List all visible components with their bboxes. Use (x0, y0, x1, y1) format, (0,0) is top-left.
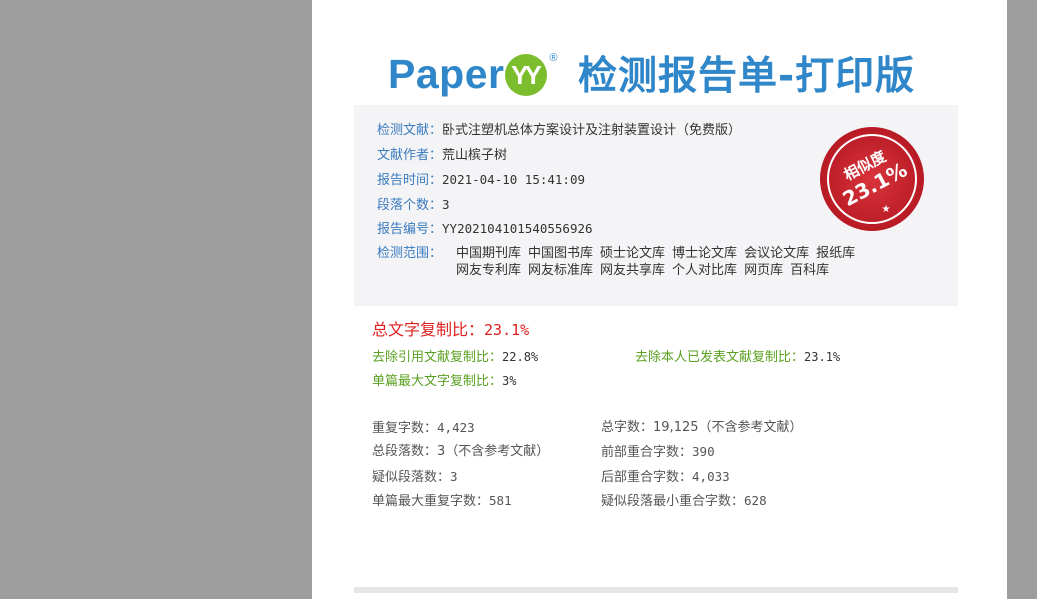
single-max-value: 3% (502, 374, 517, 388)
stat-label: 疑似段落最小重合字数： (601, 494, 745, 509)
excl-self-ratio: 去除本人已发表文献复制比：23.1% (635, 348, 840, 367)
scope-item: 会议论文库 (744, 246, 810, 261)
logo-text: Paper (388, 51, 505, 97)
logo-badge: YY (505, 54, 548, 96)
stat-repeat-chars: 重复字数：4,423 (372, 419, 475, 438)
stat-label: 总字数： (601, 420, 654, 435)
excl-self-label: 去除本人已发表文献复制比： (635, 350, 805, 365)
single-max-ratio: 单篇最大文字复制比：3% (372, 372, 516, 391)
stat-label: 疑似段落数： (372, 470, 451, 485)
stat-value: 3 (450, 469, 458, 484)
excl-self-value: 23.1% (804, 350, 841, 364)
scope-item: 网友共享库 (600, 263, 666, 278)
scope-item: 硕士论文库 (600, 246, 666, 261)
info-label: 检测范围： (377, 246, 443, 261)
stat-suspect-paragraphs: 疑似段落数：3 (372, 468, 458, 487)
registered-mark: ® (549, 52, 558, 64)
stat-label: 单篇最大重复字数： (372, 494, 490, 509)
scope-item: 博士论文库 (672, 246, 738, 261)
report-id-value: YY202104101540556926 (442, 221, 593, 236)
document-title-value: 卧式注塑机总体方案设计及注射装置设计（免费版） (442, 123, 742, 138)
stat-label: 后部重合字数： (601, 470, 693, 485)
stat-total-chars: 总字数：19,125（不含参考文献） (601, 419, 803, 437)
author-value: 荒山槟子树 (442, 148, 508, 163)
scope-item: 报纸库 (816, 246, 856, 261)
info-row-author: 文献作者：荒山槟子树 (377, 147, 507, 165)
info-label: 报告时间： (377, 173, 443, 188)
excl-citation-ratio: 去除引用文献复制比：22.8% (372, 348, 538, 367)
stat-value: 19,125（不含参考文献） (653, 420, 803, 435)
stat-value: 3（不含参考文献） (437, 444, 550, 459)
excl-citation-label: 去除引用文献复制比： (372, 350, 503, 365)
info-label: 检测文献： (377, 123, 443, 138)
info-row-paragraphs: 段落个数：3 (377, 196, 450, 215)
scope-item: 百科库 (790, 263, 830, 278)
stat-label: 重复字数： (372, 421, 438, 436)
scope-item: 网页库 (744, 263, 784, 278)
scope-item: 中国期刊库 (456, 246, 522, 261)
scope-item: 中国图书库 (528, 246, 594, 261)
stat-single-max-repeat: 单篇最大重复字数：581 (372, 492, 512, 511)
stat-value: 4,033 (692, 469, 730, 484)
report-time-value: 2021-04-10 15:41:09 (442, 172, 586, 187)
stat-label: 前部重合字数： (601, 445, 693, 460)
stat-label: 总段落数： (372, 444, 438, 459)
report-title: 检测报告单-打印版 (578, 54, 916, 99)
single-max-label: 单篇最大文字复制比： (372, 374, 503, 389)
paragraph-count-value: 3 (442, 197, 450, 212)
section-divider (354, 587, 958, 593)
info-row-report-id: 报告编号：YY202104101540556926 (377, 220, 593, 239)
info-label: 段落个数： (377, 198, 443, 213)
info-label: 报告编号： (377, 222, 443, 237)
excl-citation-value: 22.8% (502, 350, 539, 364)
scope-values: 中国期刊库 中国图书库 硕士论文库 博士论文库 会议论文库 报纸库 网友专利库 网友标准库网… (456, 245, 862, 279)
info-row-time: 报告时间：2021-04-10 15:41:09 (377, 171, 585, 190)
scope-item: 网友专利库 (456, 263, 522, 278)
info-label: 文献作者： (377, 148, 443, 163)
scope-line-1: 中国期刊库 中国图书库 硕士论文库 博士论文库 会议论文库 报纸库 (456, 245, 862, 262)
stat-value: 4,423 (437, 420, 475, 435)
stat-total-paragraphs: 总段落数：3（不含参考文献） (372, 443, 549, 461)
stat-value: 581 (489, 493, 512, 508)
stamp-star-icon: ★ (882, 204, 891, 215)
total-copy-ratio: 总文字复制比：23.1% (372, 320, 530, 340)
stat-value: 390 (692, 444, 715, 459)
stat-back-overlap: 后部重合字数：4,033 (601, 468, 730, 487)
scope-line-2: 网友专利库 网友标准库 网友共享库 个人对比库 网页库 百科库 (456, 262, 862, 279)
stat-value: 628 (744, 493, 767, 508)
stat-suspect-min-overlap: 疑似段落最小重合字数：628 (601, 492, 767, 511)
scope-item: 网友标准库 (528, 263, 594, 278)
report-page: Paper YY ® 检测报告单-打印版 检测文献：卧式注塑机总体方案设计及注射… (312, 0, 1007, 599)
total-copy-label: 总文字复制比： (372, 320, 485, 339)
total-copy-value: 23.1% (484, 321, 530, 339)
scope-item: 个人对比库 (672, 263, 738, 278)
stat-front-overlap: 前部重合字数：390 (601, 443, 715, 462)
info-row-scope: 检测范围： (377, 245, 442, 263)
similarity-stamp: 相似度 23.1% ★ (820, 127, 924, 231)
paperyy-logo: Paper YY ® (388, 52, 558, 102)
info-row-document: 检测文献：卧式注塑机总体方案设计及注射装置设计（免费版） (377, 122, 741, 140)
